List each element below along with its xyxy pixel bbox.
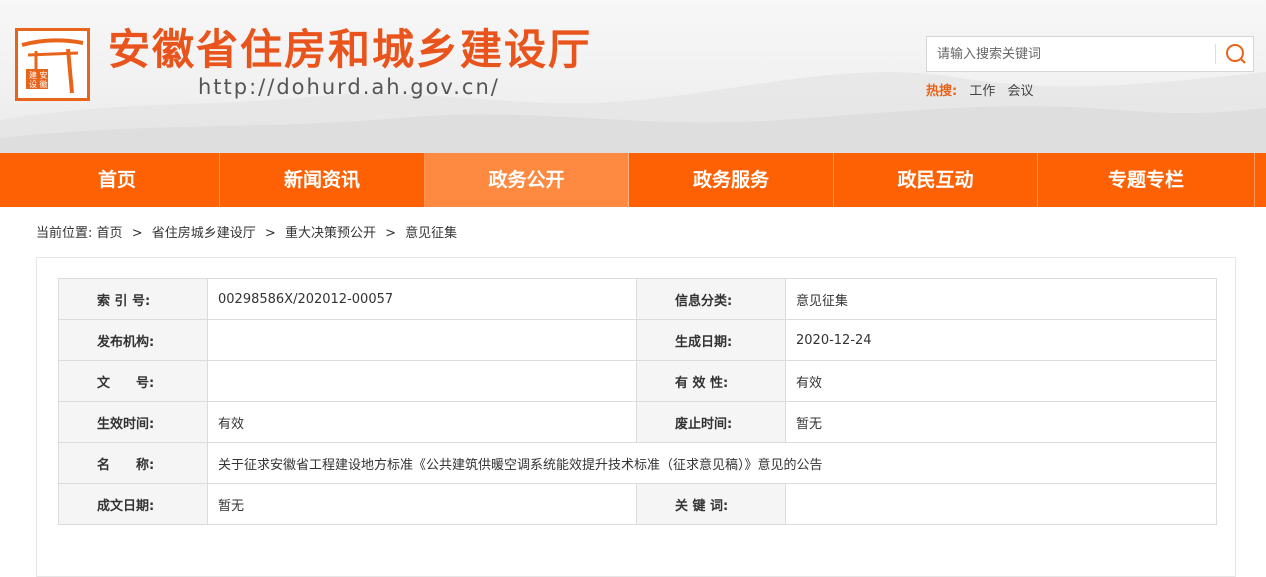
breadcrumb: 当前位置: 首页 > 省住房城乡建设厅 > 重大决策预公开 > 意见征集 — [36, 222, 457, 241]
document-number-label: 文 号: — [58, 360, 208, 402]
site-logo[interactable]: 建 安 设 徽 — [15, 28, 90, 101]
nav-item-home[interactable]: 首页 — [15, 153, 220, 207]
table-row: 索 引 号: 00298586X/202012-00057 信息分类: 意见征集 — [58, 278, 1217, 320]
svg-text:设 徽: 设 徽 — [29, 79, 48, 89]
breadcrumb-item[interactable]: 意见征集 — [405, 226, 457, 241]
validity-label: 有 效 性: — [636, 360, 786, 402]
table-row: 成文日期: 暂无 关 键 词: — [58, 483, 1217, 525]
keywords-value — [785, 483, 1217, 525]
breadcrumb-separator: > — [264, 226, 276, 241]
nav-item-government-affairs[interactable]: 政务公开 — [425, 153, 629, 207]
table-row: 发布机构: 生成日期: 2020-12-24 — [58, 319, 1217, 361]
logo-emblem-icon: 建 安 设 徽 — [21, 38, 84, 94]
breadcrumb-item[interactable]: 重大决策预公开 — [285, 226, 376, 241]
publisher-label: 发布机构: — [58, 319, 208, 361]
search-divider — [1215, 44, 1216, 64]
effective-time-value: 有效 — [207, 401, 637, 443]
written-date-label: 成文日期: — [58, 483, 208, 525]
hot-search-item[interactable]: 工作 — [969, 84, 995, 99]
written-date-value: 暂无 — [207, 483, 637, 525]
site-url: http://dohurd.ah.gov.cn/ — [198, 75, 500, 99]
search-input[interactable] — [927, 37, 1213, 71]
index-number-value: 00298586X/202012-00057 — [207, 278, 637, 320]
breadcrumb-item[interactable]: 省住房城乡建设厅 — [152, 226, 256, 241]
category-value: 意见征集 — [785, 278, 1217, 320]
name-label: 名 称: — [58, 442, 208, 484]
repeal-time-value: 暂无 — [785, 401, 1217, 443]
repeal-time-label: 废止时间: — [636, 401, 786, 443]
info-table: 索 引 号: 00298586X/202012-00057 信息分类: 意见征集… — [58, 278, 1217, 525]
breadcrumb-separator: > — [385, 226, 396, 241]
search-button[interactable] — [1218, 37, 1253, 71]
keywords-label: 关 键 词: — [636, 483, 786, 525]
breadcrumb-prefix: 当前位置: — [36, 226, 93, 241]
svg-text:建 安: 建 安 — [29, 70, 48, 80]
site-header: 建 安 设 徽 安徽省住房和城乡建设厅 http://dohurd.ah.gov… — [0, 0, 1266, 153]
category-label: 信息分类: — [636, 278, 786, 320]
table-row: 名 称: 关于征求安徽省工程建设地方标准《公共建筑供暖空调系统能效提升技术标准（… — [58, 442, 1217, 484]
breadcrumb-item[interactable]: 首页 — [97, 226, 123, 241]
search-box — [926, 36, 1254, 72]
table-row: 生效时间: 有效 废止时间: 暂无 — [58, 401, 1217, 443]
search-icon — [1226, 44, 1246, 64]
validity-value: 有效 — [785, 360, 1217, 402]
publisher-value — [207, 319, 637, 361]
nav-item-interaction[interactable]: 政民互动 — [834, 153, 1038, 207]
site-title: 安徽省住房和城乡建设厅 — [108, 25, 593, 74]
content-panel: 索 引 号: 00298586X/202012-00057 信息分类: 意见征集… — [36, 257, 1236, 577]
name-value: 关于征求安徽省工程建设地方标准《公共建筑供暖空调系统能效提升技术标准（征求意见稿… — [207, 442, 1217, 484]
table-row: 文 号: 有 效 性: 有效 — [58, 360, 1217, 402]
breadcrumb-separator: > — [131, 226, 143, 241]
nav-item-news[interactable]: 新闻资讯 — [220, 153, 425, 207]
effective-time-label: 生效时间: — [58, 401, 208, 443]
created-date-label: 生成日期: — [636, 319, 786, 361]
main-nav: 首页 新闻资讯 政务公开 政务服务 政民互动 专题专栏 — [0, 153, 1266, 207]
created-date-value: 2020-12-24 — [785, 319, 1217, 361]
hot-search: 热搜: 工作 会议 — [926, 80, 1034, 99]
nav-item-special-topics[interactable]: 专题专栏 — [1038, 153, 1255, 207]
hot-search-label: 热搜: — [926, 84, 958, 99]
hot-search-item[interactable]: 会议 — [1008, 84, 1034, 99]
index-number-label: 索 引 号: — [58, 278, 208, 320]
mountain-background — [0, 72, 1266, 153]
document-number-value — [207, 360, 637, 402]
nav-item-services[interactable]: 政务服务 — [629, 153, 834, 207]
